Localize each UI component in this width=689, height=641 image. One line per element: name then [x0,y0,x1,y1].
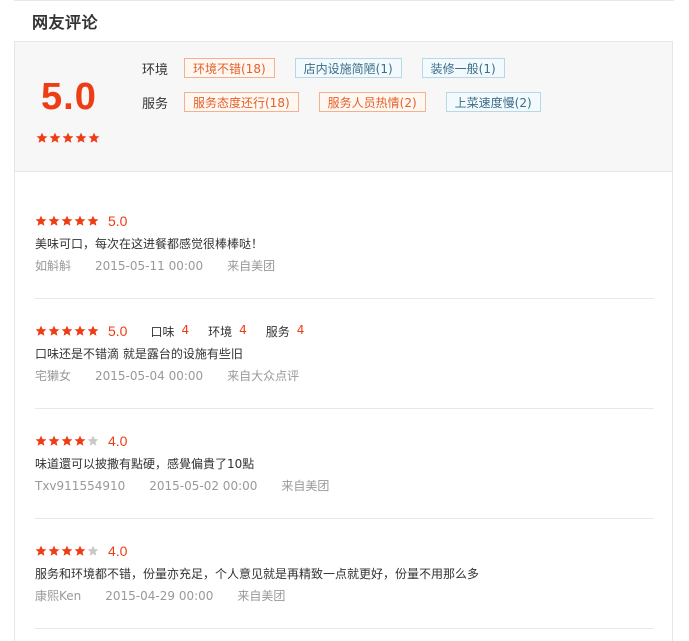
tag-category-label: 环境 [142,62,169,78]
star-filled-icon [74,435,86,446]
star-filled-icon [74,215,86,226]
review-sub-scores: 口味 4 环境 4 服务 4 [150,323,323,340]
star-filled-icon [35,215,47,226]
review-source: 来自美团 [281,479,330,493]
star-filled-icon [61,215,73,226]
star-filled-icon [74,545,86,556]
star-filled-icon [48,325,60,336]
review-source: 来自美团 [237,589,286,603]
review-divider [35,298,654,299]
review-divider [35,628,654,629]
review-item: 4.0 味道還可以披撒有點硬，感覺偏貴了10點 Txv911554910 201… [35,433,654,493]
star-filled-icon [48,545,60,556]
review-date: 2015-04-29 00:00 [105,589,214,603]
review-date: 2015-05-04 00:00 [95,369,204,383]
star-filled-icon [75,132,87,143]
review-item: 5.0 美味可口，每次在这进餐都感觉很棒棒哒！ 如斛斛 2015-05-11 0… [35,213,654,273]
review-score: 4.0 [108,433,128,449]
tag-slow-serving[interactable]: 上菜速度慢(2) [445,92,541,112]
tag-category-label: 服务 [142,96,169,112]
review-stars [35,325,99,337]
review-user: 宅獭女 [35,369,72,383]
review-item: 5.0 口味 4 环境 4 服务 4 口味还是不错滴 就是露台的设施有些旧 宅獭… [35,323,654,384]
star-filled-icon [35,545,47,556]
star-filled-icon [36,132,48,143]
review-score: 5.0 [108,213,128,229]
review-text: 口味还是不错滴 就是露台的设施有些旧 [35,347,243,361]
top-border [14,0,674,1]
overall-stars [36,132,100,144]
review-stars [35,435,99,447]
review-user: Txv911554910 [35,479,126,493]
review-source: 来自大众点评 [227,369,300,383]
star-filled-icon [48,435,60,446]
sub-score-value: 4 [239,322,247,337]
review-meta: 康熙Ken 2015-04-29 00:00 来自美团 [35,589,654,603]
star-empty-icon [87,435,99,446]
review-text: 美味可口，每次在这进餐都感觉很棒棒哒！ [35,237,264,251]
review-item: 4.0 服务和环境都不错，份量亦充足，个人意见就是再精致一点就更好，份量不用那么… [35,543,654,603]
star-filled-icon [49,132,61,143]
review-score: 4.0 [108,543,128,559]
review-meta: Txv911554910 2015-05-02 00:00 来自美团 [35,479,654,493]
review-source: 来自美团 [227,259,276,273]
tag-group-service: 服务 服务态度还行(18) 服务人员热情(2) 上菜速度慢(2) [142,92,561,112]
star-filled-icon [61,435,73,446]
review-divider [35,408,654,409]
sub-score-label: 服务 [265,324,290,339]
review-meta: 宅獭女 2015-05-04 00:00 来自大众点评 [35,369,654,383]
review-score: 5.0 [108,323,128,339]
review-date: 2015-05-11 00:00 [95,259,204,273]
review-date: 2015-05-02 00:00 [149,479,258,493]
sub-score-value: 4 [296,322,305,337]
star-filled-icon [74,325,86,336]
review-text: 味道還可以披撒有點硬，感覺偏貴了10點 [35,457,255,471]
star-filled-icon [87,325,99,336]
review-text: 服务和环境都不错，份量亦充足，个人意见就是再精致一点就更好，份量不用那么多 [35,567,480,581]
star-filled-icon [88,132,100,143]
rating-summary: 5.0 环境 环境不错(18) 店内设施简陋(1) 装修一般(1) 服务 服务态… [15,42,672,172]
tag-staff-friendly[interactable]: 服务人员热情(2) [318,92,426,112]
tag-service-ok[interactable]: 服务态度还行(18) [184,92,299,112]
review-user: 康熙Ken [35,589,82,603]
review-stars [35,545,99,557]
tag-group-environment: 环境 环境不错(18) 店内设施简陋(1) 装修一般(1) [142,58,525,78]
sub-score-label: 口味 [150,324,175,339]
sub-score-label: 环境 [208,324,233,339]
tag-facilities-simple[interactable]: 店内设施简陋(1) [294,58,402,78]
section-title: 网友评论 [32,13,99,32]
star-filled-icon [35,435,47,446]
review-divider [35,518,654,519]
review-meta: 如斛斛 2015-05-11 00:00 来自美团 [35,259,654,273]
star-filled-icon [61,325,73,336]
star-filled-icon [48,215,60,226]
tag-decor-average[interactable]: 装修一般(1) [421,58,505,78]
review-user: 如斛斛 [35,259,72,273]
reviews-panel: 5.0 环境 环境不错(18) 店内设施简陋(1) 装修一般(1) 服务 服务态… [14,41,673,641]
star-empty-icon [87,545,99,556]
star-filled-icon [62,132,74,143]
overall-score: 5.0 [41,76,97,118]
star-filled-icon [61,545,73,556]
tag-environment-good[interactable]: 环境不错(18) [184,58,275,78]
sub-score-value: 4 [181,322,190,337]
star-filled-icon [87,215,99,226]
star-filled-icon [35,325,47,336]
review-stars [35,215,99,227]
